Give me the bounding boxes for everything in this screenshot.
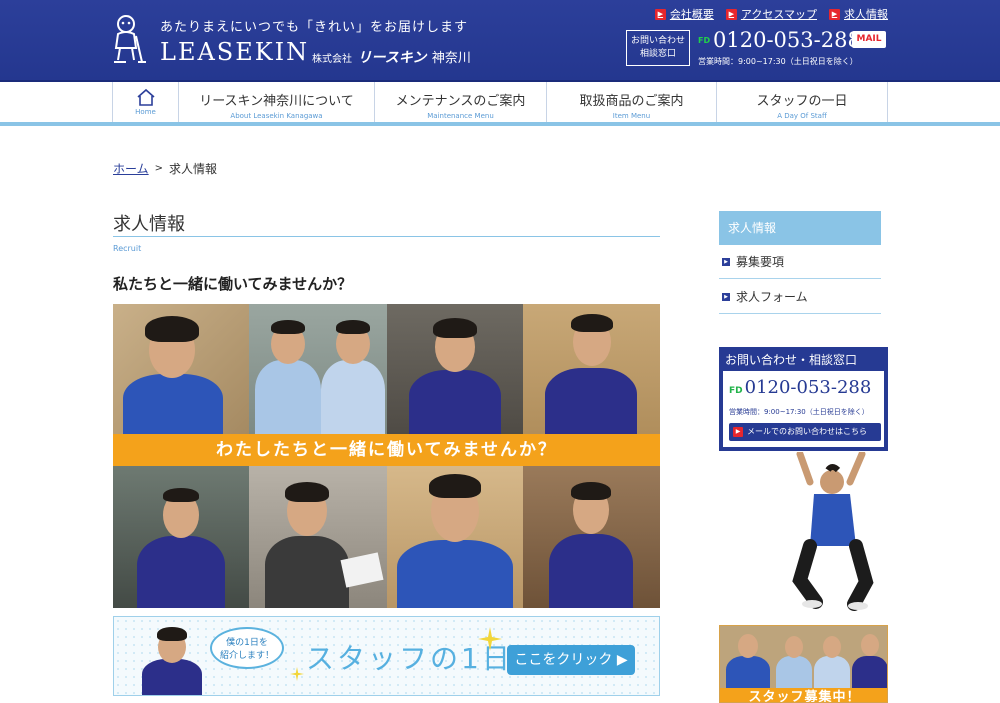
company-prefix: 株式会社 xyxy=(312,54,352,65)
nav-staff-day[interactable]: スタッフの一日 A Day Of Staff xyxy=(716,82,888,122)
recruit-banner-text: スタッフ募集中！ xyxy=(720,688,887,702)
nav-home[interactable]: Home xyxy=(112,82,178,122)
staff-photo xyxy=(113,304,249,434)
contact-title: お問い合わせ・相談窓口 xyxy=(725,353,858,367)
site-header: あたりまえにいつでも「きれい」をお届けします LEASEKIN 株式会社 リース… xyxy=(0,0,1000,82)
click-here-button[interactable]: ここをクリック ▶ xyxy=(507,645,635,675)
hero-banner: わたしたちと一緒に働いてみませんか？ xyxy=(113,434,660,466)
arrow-right-icon: ▶ xyxy=(654,8,666,20)
phone-number[interactable]: 0120-053-288 xyxy=(713,28,861,52)
top-link-company[interactable]: ▶ 会社概要 xyxy=(654,6,714,22)
title-divider xyxy=(113,236,660,237)
nav-sublabel: Maintenance Menu xyxy=(427,112,494,120)
mascot-logo-icon xyxy=(114,15,146,63)
top-link-recruit[interactable]: ▶ 求人情報 xyxy=(829,6,888,22)
arrow-right-icon: ▶ xyxy=(722,292,730,301)
contact-box-line2: 相談窓口 xyxy=(639,49,676,59)
nav-sublabel: A Day Of Staff xyxy=(777,112,827,120)
speech-bubble: 僕の1日を 紹介します！ xyxy=(210,627,284,669)
arrow-right-icon: ▶ xyxy=(733,427,743,437)
sidebar-mail-label: メールでのお問い合わせはこちら xyxy=(747,427,867,436)
staff-photo xyxy=(249,466,387,608)
sidebar-heading: 求人情報 xyxy=(719,211,881,245)
sidebar-item-requirements[interactable]: ▶ 募集要項 xyxy=(719,245,881,279)
breadcrumb: ホーム > 求人情報 xyxy=(113,160,217,177)
nav-label: メンテナンスのご案内 xyxy=(395,94,526,109)
sparkle-icon xyxy=(290,667,304,681)
sidebar-item-label: 募集要項 xyxy=(736,255,785,269)
nav-sublabel: Item Menu xyxy=(612,112,651,120)
nav-maintenance[interactable]: メンテナンスのご案内 Maintenance Menu xyxy=(374,82,546,122)
sidebar-recruit-banner[interactable]: スタッフ募集中！ xyxy=(719,625,888,703)
top-link-label: 求人情報 xyxy=(844,8,888,21)
sidebar-item-form[interactable]: ▶ 求人フォーム xyxy=(719,280,881,314)
nav-about[interactable]: リースキン神奈川について About Leasekin Kanagawa xyxy=(178,82,374,122)
nav-label: スタッフの一日 xyxy=(756,94,848,109)
staff-photo xyxy=(523,304,660,434)
sidebar-mail-button[interactable]: ▶ メールでのお問い合わせはこちら xyxy=(729,423,881,441)
staff-photo xyxy=(387,304,523,434)
top-links: ▶ 会社概要 ▶ アクセスマップ ▶ 求人情報 xyxy=(654,6,888,22)
nav-sublabel: About Leasekin Kanagawa xyxy=(230,112,323,120)
arrow-right-icon: ▶ xyxy=(725,8,737,20)
bubble-line1: 僕の1日を xyxy=(226,638,268,648)
breadcrumb-home-link[interactable]: ホーム xyxy=(113,160,149,177)
staff-photo xyxy=(523,466,660,608)
top-link-label: アクセスマップ xyxy=(740,8,817,21)
home-icon xyxy=(136,88,155,106)
arrow-right-icon: ▶ xyxy=(829,8,840,20)
brand-name: LEASEKIN xyxy=(160,38,310,66)
mail-button[interactable]: MAIL xyxy=(852,31,886,48)
tagline: あたりまえにいつでも「きれい」をお届けします xyxy=(160,20,469,35)
global-nav: Home リースキン神奈川について About Leasekin Kanagaw… xyxy=(0,82,1000,126)
top-link-label: 会社概要 xyxy=(669,8,714,21)
top-link-access[interactable]: ▶ アクセスマップ xyxy=(725,6,817,22)
sidebar-hours: 営業時間：9:00~17:30（土日祝日を除く） xyxy=(729,408,869,416)
company-name: 株式会社 リースキン 神奈川 xyxy=(312,47,471,67)
staff-figure xyxy=(142,627,202,695)
staff-photo xyxy=(387,466,523,608)
company-logotype: リースキン xyxy=(357,50,427,66)
arrow-right-icon: ▶ xyxy=(722,257,730,266)
bubble-line2: 紹介します！ xyxy=(219,651,274,661)
company-region: 神奈川 xyxy=(431,51,471,66)
section-heading: 私たちと一緒に働いてみませんか？ xyxy=(113,275,353,293)
staff-photo xyxy=(249,304,387,434)
nav-label: 取扱商品のご案内 xyxy=(579,94,684,109)
nav-home-label: Home xyxy=(135,108,156,116)
page-subtitle: Recruit xyxy=(113,244,142,253)
sidebar-phone-number[interactable]: FD 0120-053-288 xyxy=(729,377,871,398)
sparkle-icon xyxy=(478,627,502,651)
hero-banner-text: わたしたちと一緒に働いてみませんか？ xyxy=(216,440,557,460)
freedial-icon: FD xyxy=(729,386,743,396)
business-hours: 営業時間：9:00~17:30（土日祝日を除く） xyxy=(698,57,858,66)
sidebar-item-label: 求人フォーム xyxy=(736,290,808,304)
recruit-hero-image: わたしたちと一緒に働いてみませんか？ xyxy=(113,304,660,608)
nav-label: リースキン神奈川について xyxy=(199,94,354,109)
sidebar-contact-box: お問い合わせ・相談窓口 FD 0120-053-288 営業時間：9:00~17:… xyxy=(719,347,888,451)
header-phone: FD 0120-053-288 MAIL 営業時間：9:00~17:30（土日祝… xyxy=(698,26,890,72)
contact-box-line1: お問い合わせ xyxy=(630,36,685,46)
nav-items[interactable]: 取扱商品のご案内 Item Menu xyxy=(546,82,716,122)
freedial-icon: FD xyxy=(698,36,711,45)
breadcrumb-separator: > xyxy=(154,163,164,174)
site-logo[interactable]: あたりまえにいつでも「きれい」をお届けします LEASEKIN 株式会社 リース… xyxy=(112,12,472,72)
contact-box-button[interactable]: お問い合わせ 相談窓口 xyxy=(626,30,690,66)
sidebar-phone-text: 0120-053-288 xyxy=(744,377,872,398)
staff-lifting-illustration xyxy=(792,452,874,611)
staff-day-banner[interactable]: 僕の1日を 紹介します！ スタッフの1日 ここをクリック ▶ xyxy=(113,616,660,696)
breadcrumb-current: 求人情報 xyxy=(169,162,218,176)
staff-photo xyxy=(113,466,249,608)
page-title: 求人情報 xyxy=(113,214,185,235)
